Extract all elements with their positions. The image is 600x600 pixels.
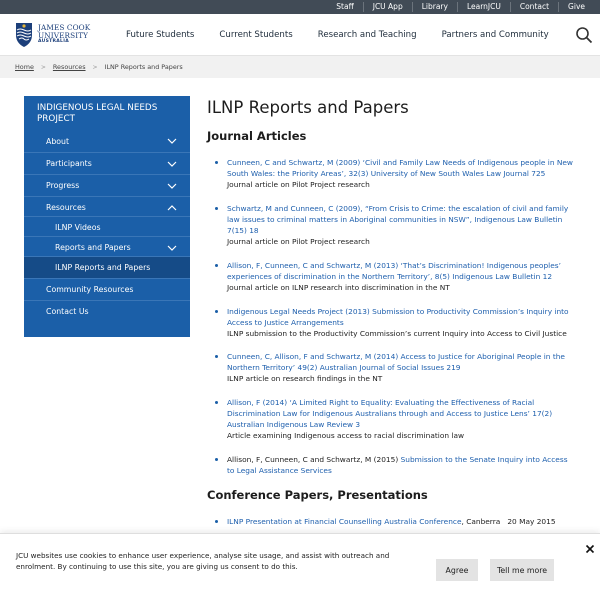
logo-line-2: UNIVERSITY xyxy=(38,30,89,40)
sidebar-item-contact-us[interactable]: Contact Us xyxy=(24,300,190,322)
logo-wordmark: JAMES COOK UNIVERSITY AUSTRALIA xyxy=(38,24,90,44)
article-link[interactable]: Schwartz, M and Cunneen, C (2009), “From… xyxy=(227,204,568,235)
breadcrumb: Home > Resources > ILNP Reports and Pape… xyxy=(0,56,600,78)
list-item: Schwartz, M and Cunneen, C (2009), “From… xyxy=(215,203,577,247)
sidebar-item-label: About xyxy=(46,136,70,146)
sidebar-item-reports-and-papers[interactable]: Reports and Papers xyxy=(24,236,190,258)
sidebar-item-resources[interactable]: Resources xyxy=(24,196,190,218)
cookie-more-button[interactable]: Tell me more xyxy=(490,559,554,581)
main-content: ILNP Reports and Papers Journal Articles… xyxy=(207,96,587,526)
list-item: Indigenous Legal Needs Project (2013) Su… xyxy=(215,306,577,339)
sidebar-item-participants[interactable]: Participants xyxy=(24,152,190,174)
chevron-down-icon[interactable] xyxy=(167,181,177,191)
article-link[interactable]: Allison, F, Cunneen, C and Schwartz, M (… xyxy=(227,261,561,281)
bullet xyxy=(215,310,218,313)
article-link[interactable]: Cunneen, C and Schwartz, M (2009) ‘Civil… xyxy=(227,158,573,178)
article-description: ILNP article on research findings in the… xyxy=(227,374,383,383)
main-nav: Future Students Current Students Researc… xyxy=(126,14,574,56)
site-header: JAMES COOK UNIVERSITY AUSTRALIA Future S… xyxy=(0,14,600,56)
list-item: Cunneen, C and Schwartz, M (2009) ‘Civil… xyxy=(215,157,577,190)
sidebar-item-ilnp-reports-and-papers[interactable]: ILNP Reports and Papers xyxy=(24,256,190,278)
close-icon[interactable] xyxy=(585,544,595,554)
chevron-down-icon[interactable] xyxy=(167,159,177,169)
section-heading-journal-articles: Journal Articles xyxy=(207,129,307,143)
bullet xyxy=(215,207,218,210)
article-citation: Allison, F, Cunneen, C and Schwartz, M (… xyxy=(227,455,401,464)
list-item: Allison, F, Cunneen, C and Schwartz, M (… xyxy=(215,260,577,293)
sidebar-item-label: Contact Us xyxy=(46,307,89,316)
bullet xyxy=(215,520,218,523)
article-description: Journal article on Pilot Project researc… xyxy=(227,237,370,246)
cookie-agree-button[interactable]: Agree xyxy=(436,559,478,581)
logo-line-3: AUSTRALIA xyxy=(38,39,69,45)
chevron-up-icon[interactable] xyxy=(167,203,177,213)
nav-current-students[interactable]: Current Students xyxy=(219,30,292,40)
sidebar-item-about[interactable]: About xyxy=(24,130,190,152)
list-item: Allison, F (2014) ‘A Limited Right to Eq… xyxy=(215,397,577,441)
utility-link-contact[interactable]: Contact xyxy=(509,2,558,12)
chevron-down-icon[interactable] xyxy=(167,136,177,146)
list-item: Allison, F, Cunneen, C and Schwartz, M (… xyxy=(215,454,577,476)
sidebar-item-label: ILNP Videos xyxy=(55,223,101,232)
article-description: Article examining Indigenous access to r… xyxy=(227,431,465,440)
sidebar-item-progress[interactable]: Progress xyxy=(24,174,190,196)
chevron-down-icon[interactable] xyxy=(167,243,177,253)
section-heading-conference-papers: Conference Papers, Presentations xyxy=(207,488,428,502)
bullet xyxy=(215,458,218,461)
sidenav-title[interactable]: INDIGENOUS LEGAL NEEDS PROJECT xyxy=(24,96,190,130)
utility-bar: Staff JCU App Library LearnJCU Contact G… xyxy=(0,0,600,14)
list-item: Cunneen, C, Allison, F and Schwartz, M (… xyxy=(215,351,577,384)
nav-research-and-teaching[interactable]: Research and Teaching xyxy=(318,30,417,40)
bullet xyxy=(215,264,218,267)
conference-link[interactable]: ILNP Presentation at Financial Counselli… xyxy=(227,517,462,526)
utility-link-give[interactable]: Give xyxy=(558,2,594,12)
sidebar-item-label: Participants xyxy=(46,159,92,168)
page-title: ILNP Reports and Papers xyxy=(207,98,409,117)
article-description: Journal article on ILNP research into di… xyxy=(227,283,450,292)
bullet xyxy=(215,401,218,404)
sidebar-item-label: Progress xyxy=(46,181,80,190)
sidebar-item-label: ILNP Reports and Papers xyxy=(55,263,151,272)
cookie-banner: JCU websites use cookies to enhance user… xyxy=(0,533,600,600)
search-icon[interactable] xyxy=(575,26,593,44)
sidebar-item-community-resources[interactable]: Community Resources xyxy=(24,278,190,300)
section-sidenav: INDIGENOUS LEGAL NEEDS PROJECT About Par… xyxy=(24,96,190,337)
breadcrumb-resources[interactable]: Resources xyxy=(53,63,86,71)
breadcrumb-current: ILNP Reports and Papers xyxy=(104,63,183,71)
cookie-message: JCU websites use cookies to enhance user… xyxy=(16,551,390,571)
utility-link-jcu-app[interactable]: JCU App xyxy=(362,2,412,12)
breadcrumb-separator: > xyxy=(92,63,98,71)
article-link[interactable]: Cunneen, C, Allison, F and Schwartz, M (… xyxy=(227,352,565,372)
bullet xyxy=(215,355,218,358)
jcu-logo[interactable]: JAMES COOK UNIVERSITY AUSTRALIA xyxy=(14,21,114,48)
article-description: ILNP submission to the Productivity Comm… xyxy=(227,329,567,338)
sidebar-item-label: Reports and Papers xyxy=(55,243,131,252)
crest-icon xyxy=(16,23,32,47)
breadcrumb-home[interactable]: Home xyxy=(15,63,34,71)
utility-link-learnjcu[interactable]: LearnJCU xyxy=(456,2,510,12)
article-description: Journal article on Pilot Project researc… xyxy=(227,180,370,189)
bullet xyxy=(215,161,218,164)
list-item: ILNP Presentation at Financial Counselli… xyxy=(215,516,577,527)
utility-link-library[interactable]: Library xyxy=(411,2,457,12)
sidebar-item-label: Resources xyxy=(46,203,86,212)
nav-partners-and-community[interactable]: Partners and Community xyxy=(442,30,549,40)
sidebar-item-ilnp-videos[interactable]: ILNP Videos xyxy=(24,216,190,238)
article-link[interactable]: Allison, F (2014) ‘A Limited Right to Eq… xyxy=(227,398,552,429)
nav-future-students[interactable]: Future Students xyxy=(126,30,194,40)
breadcrumb-separator: > xyxy=(40,63,46,71)
article-link[interactable]: Indigenous Legal Needs Project (2013) Su… xyxy=(227,307,569,327)
sidebar-item-label: Community Resources xyxy=(46,285,134,294)
utility-link-staff[interactable]: Staff xyxy=(327,2,362,12)
conference-details: , Canberra 20 May 2015 xyxy=(461,517,556,526)
